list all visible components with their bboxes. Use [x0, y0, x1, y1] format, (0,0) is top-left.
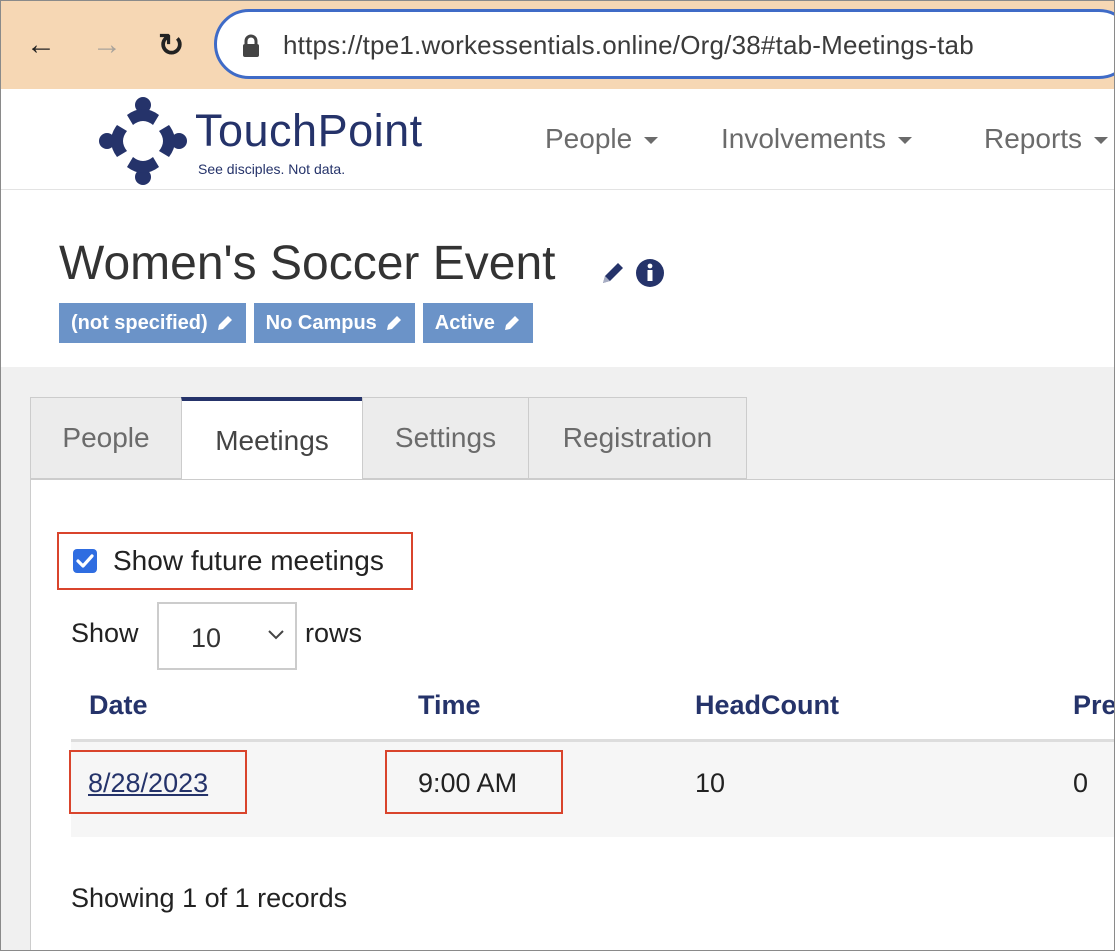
nav-people[interactable]: People [545, 123, 659, 155]
content-area: People Meetings Settings Registration Sh… [1, 367, 1114, 950]
url-text: https://tpe1.workessentials.online/Org/3… [283, 30, 974, 60]
show-label: Show [71, 618, 139, 648]
tab-people[interactable]: People [30, 397, 182, 479]
tab-settings[interactable]: Settings [362, 397, 529, 479]
reload-icon[interactable]: ↻ [151, 25, 191, 65]
meetings-panel: Show future meetings Show 10 rows Date T… [30, 479, 1114, 950]
org-header: Women's Soccer Event (not specified) No … [1, 190, 1114, 367]
app-frame: ← → ↻ https://tpe1.workessentials.online… [0, 0, 1115, 951]
rows-per-page-value: 10 [191, 623, 222, 653]
meeting-present: 0 [1073, 768, 1089, 798]
pencil-icon [217, 316, 232, 330]
nav-people-label: People [545, 123, 633, 154]
address-bar[interactable]: https://tpe1.workessentials.online/Org/3… [214, 9, 1114, 79]
column-header-present[interactable]: Pre [1073, 690, 1114, 721]
title-actions [599, 258, 665, 288]
site-header: TouchPoint See disciples. Not data. Peop… [1, 89, 1114, 190]
tab-registration[interactable]: Registration [528, 397, 747, 479]
column-header-date[interactable]: Date [89, 690, 148, 721]
campus-badge[interactable]: No Campus [253, 303, 415, 343]
nav-involvements[interactable]: Involvements [721, 123, 912, 155]
show-future-label[interactable]: Show future meetings [113, 545, 384, 577]
caret-down-icon [1094, 137, 1109, 145]
column-header-headcount[interactable]: HeadCount [695, 690, 839, 721]
page-title: Women's Soccer Event [59, 237, 556, 290]
table-info: Showing 1 of 1 records [71, 883, 348, 913]
caret-down-icon [897, 137, 912, 145]
rows-label: rows [305, 618, 363, 648]
show-future-meetings-highlight: Show future meetings [57, 532, 413, 590]
show-future-checkbox[interactable] [73, 549, 97, 573]
caret-down-icon [644, 137, 659, 145]
lock-icon [243, 34, 259, 57]
status-badge[interactable]: Active [422, 303, 533, 343]
touchpoint-logo-icon[interactable] [97, 95, 189, 187]
meeting-headcount: 10 [695, 768, 726, 798]
tab-strip: People Meetings Settings Registration [30, 397, 747, 481]
time-highlight [385, 750, 563, 814]
nav-reports[interactable]: Reports [984, 123, 1109, 155]
tab-meetings[interactable]: Meetings [181, 397, 363, 481]
date-highlight [69, 750, 247, 814]
browser-toolbar: ← → ↻ https://tpe1.workessentials.online… [1, 1, 1114, 89]
org-badges: (not specified) No Campus Active [59, 303, 533, 343]
nav-involvements-label: Involvements [721, 123, 886, 154]
column-header-time[interactable]: Time [418, 690, 481, 721]
info-icon[interactable] [635, 258, 665, 288]
rows-per-page-select[interactable]: 10 [157, 602, 297, 670]
campus-badge-label: No Campus [265, 311, 377, 334]
status-badge-label: Active [434, 311, 495, 334]
division-badge[interactable]: (not specified) [59, 303, 246, 343]
back-arrow-icon[interactable]: ← [21, 25, 61, 65]
logo-tagline: See disciples. Not data. [198, 161, 346, 177]
logo-name[interactable]: TouchPoint [195, 105, 423, 157]
checkmark-icon [76, 554, 94, 568]
chevron-down-icon [268, 630, 284, 640]
nav-reports-label: Reports [984, 123, 1083, 154]
pencil-icon [504, 316, 519, 330]
pencil-icon [386, 316, 401, 330]
division-badge-label: (not specified) [71, 311, 208, 334]
pencil-icon[interactable] [599, 259, 627, 287]
forward-arrow-icon[interactable]: → [87, 25, 127, 65]
